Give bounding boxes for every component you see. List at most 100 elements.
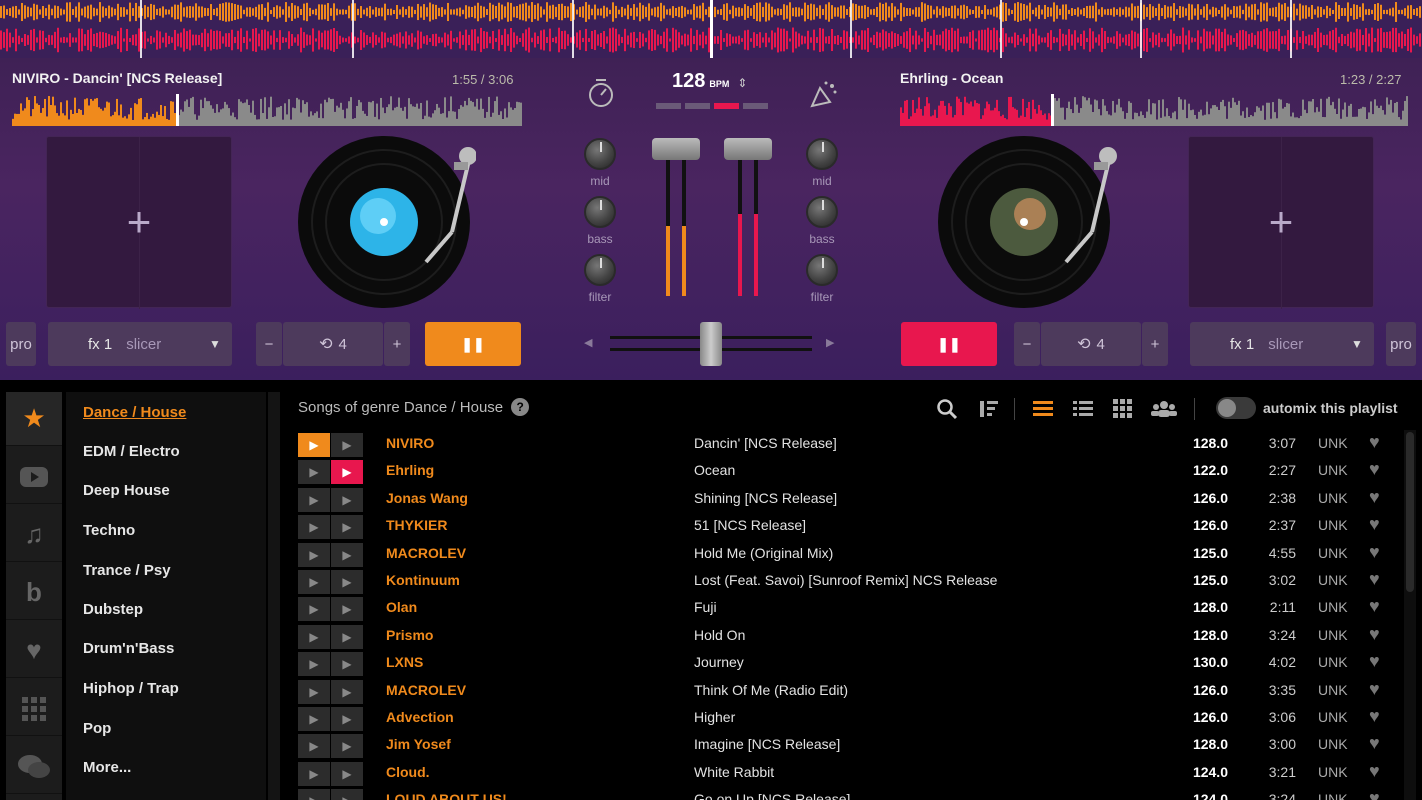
sort-icon[interactable] (978, 398, 1000, 425)
genre-item[interactable]: Dance / House (83, 404, 186, 421)
genre-scrollbar[interactable] (268, 392, 280, 800)
genre-item[interactable]: Dubstep (83, 601, 143, 618)
track-row[interactable]: ▶ ▶ Olan Fuji 128.0 2:11 UNK ♥ (298, 595, 1398, 622)
heart-icon[interactable]: ♥ (6, 624, 62, 678)
bpm-display[interactable]: 128 BPM ⇕ (672, 70, 747, 93)
sync-a-icon[interactable] (584, 76, 618, 115)
track-row[interactable]: ▶ ▶ THYKIER 51 [NCS Release] 126.0 2:37 UNK ♥ (298, 513, 1398, 540)
load-deck-b-button[interactable]: ▶ (331, 652, 363, 677)
load-deck-b-button[interactable]: ▶ (331, 624, 363, 649)
genre-item[interactable]: Pop (83, 720, 111, 737)
genre-item[interactable]: Trance / Psy (83, 562, 171, 579)
deck-b-mini-waveform[interactable] (900, 94, 1408, 126)
load-deck-a-button[interactable]: ▶ (298, 515, 330, 540)
load-deck-a-button[interactable]: ▶ (298, 433, 330, 457)
track-row[interactable]: ▶ ▶ Prismo Hold On 128.0 3:24 UNK ♥ (298, 623, 1398, 650)
load-deck-a-button[interactable]: ▶ (298, 624, 330, 649)
load-deck-a-button[interactable]: ▶ (298, 679, 330, 704)
track-row[interactable]: ▶ ▶ Ehrling Ocean 122.0 2:27 UNK ♥ (298, 458, 1398, 485)
crossfader-right-arrow-icon[interactable]: ▶ (826, 336, 834, 349)
heart-icon[interactable]: ♥ (1369, 432, 1380, 453)
track-row[interactable]: ▶ ▶ MACROLEV Hold Me (Original Mix) 125.0 4:5… (298, 541, 1398, 568)
genre-item[interactable]: Deep House (83, 482, 170, 499)
deck-a-bass-knob[interactable] (584, 196, 616, 228)
load-deck-a-button[interactable]: ▶ (298, 707, 330, 731)
load-deck-a-button[interactable]: ▶ (298, 789, 330, 800)
deck-b-turntable[interactable] (936, 136, 1120, 312)
load-deck-a-button[interactable]: ▶ (298, 542, 330, 567)
deck-a-volume-fader[interactable] (652, 138, 700, 298)
load-deck-b-button[interactable]: ▶ (331, 433, 363, 457)
load-deck-a-button[interactable]: ▶ (298, 652, 330, 677)
heart-icon[interactable]: ♥ (1369, 459, 1380, 480)
load-deck-a-button[interactable]: ▶ (298, 570, 330, 594)
track-row[interactable]: ▶ ▶ Jonas Wang Shining [NCS Release] 126.0 2:… (298, 486, 1398, 513)
heart-icon[interactable]: ♥ (1369, 569, 1380, 590)
load-deck-b-button[interactable]: ▶ (331, 734, 363, 759)
load-deck-b-button[interactable]: ▶ (331, 460, 363, 485)
load-deck-b-button[interactable]: ▶ (331, 761, 363, 786)
community-icon[interactable] (1150, 398, 1178, 425)
deck-b-pause-button[interactable]: ❚❚ (901, 322, 997, 366)
star-icon[interactable]: ★ (6, 392, 62, 446)
bpm-stepper-icon[interactable]: ⇕ (737, 76, 747, 90)
deck-b-mid-knob[interactable] (806, 138, 838, 170)
deck-a-pro-button[interactable]: pro (6, 322, 36, 366)
load-deck-b-button[interactable]: ▶ (331, 542, 363, 567)
heart-icon[interactable]: ♥ (1369, 651, 1380, 672)
load-deck-b-button[interactable]: ▶ (331, 679, 363, 704)
search-icon[interactable] (936, 398, 958, 425)
heart-icon[interactable]: ♥ (1369, 514, 1380, 535)
deck-a-mini-waveform[interactable] (12, 94, 522, 126)
genre-item[interactable]: Drum'n'Bass (83, 640, 174, 657)
heart-icon[interactable]: ♥ (1369, 624, 1380, 645)
load-deck-b-button[interactable]: ▶ (331, 515, 363, 540)
deck-b-loop-minus-button[interactable]: − (1014, 322, 1040, 366)
deck-b-pro-button[interactable]: pro (1386, 322, 1416, 366)
deck-a-loop-plus-button[interactable]: + (384, 322, 410, 366)
deck-b-volume-fader[interactable] (724, 138, 772, 298)
load-deck-b-button[interactable]: ▶ (331, 570, 363, 594)
heart-icon[interactable]: ♥ (1369, 761, 1380, 782)
youtube-icon[interactable] (6, 450, 62, 504)
track-list-scroll-thumb[interactable] (1406, 432, 1414, 592)
genre-item[interactable]: Hiphop / Trap (83, 680, 179, 697)
crossfader[interactable] (610, 322, 812, 366)
track-row[interactable]: ▶ ▶ LXNS Journey 130.0 4:02 UNK ♥ (298, 650, 1398, 677)
deck-a-loop-minus-button[interactable]: − (256, 322, 282, 366)
heart-icon[interactable]: ♥ (1369, 596, 1380, 617)
deck-a-mid-knob[interactable] (584, 138, 616, 170)
deck-a-loop-button[interactable]: ⟲ 4 (283, 322, 383, 366)
help-icon[interactable]: ? (511, 398, 530, 416)
heart-icon[interactable]: ♥ (1369, 487, 1380, 508)
beatport-icon[interactable]: b (6, 566, 62, 620)
load-deck-b-button[interactable]: ▶ (331, 487, 363, 512)
heart-icon[interactable]: ♥ (1369, 706, 1380, 727)
deck-b-filter-knob[interactable] (806, 254, 838, 286)
heart-icon[interactable]: ♥ (1369, 679, 1380, 700)
track-row[interactable]: ▶ ▶ NIVIRO Dancin' [NCS Release] 128.0 3:07 UN… (298, 431, 1398, 458)
track-row[interactable]: ▶ ▶ Cloud. White Rabbit 124.0 3:21 UNK ♥ (298, 760, 1398, 787)
deck-a-fx-select[interactable]: fx 1 slicer ▼ (48, 322, 232, 366)
track-row[interactable]: ▶▶ LOUD ABOUT US! Go on Up [NCS Release] 12… (298, 787, 1398, 800)
track-row[interactable]: ▶ ▶ Jim Yosef Imagine [NCS Release] 128.0 3:0… (298, 732, 1398, 759)
list-detail-view-icon[interactable] (1072, 398, 1094, 425)
genre-item[interactable]: More... (83, 759, 131, 776)
deck-a-pause-button[interactable]: ❚❚ (425, 322, 521, 366)
load-deck-b-button[interactable]: ▶ (331, 707, 363, 731)
load-deck-a-button[interactable]: ▶ (298, 734, 330, 759)
load-deck-a-button[interactable]: ▶ (298, 761, 330, 786)
genre-item[interactable]: Techno (83, 522, 135, 539)
grid-view-icon[interactable] (1112, 398, 1134, 425)
crossfader-left-arrow-icon[interactable]: ◀ (584, 336, 592, 349)
music-note-icon[interactable]: ♫ (6, 508, 62, 562)
deck-a-sampler-pad[interactable]: + (46, 136, 232, 309)
track-row[interactable]: ▶ ▶ Kontinuum Lost (Feat. Savoi) [Sunroof R… (298, 568, 1398, 595)
deck-a-filter-knob[interactable] (584, 254, 616, 286)
track-row[interactable]: ▶ ▶ Advection Higher 126.0 3:06 UNK ♥ (298, 705, 1398, 732)
chat-icon[interactable] (6, 740, 62, 794)
deck-a-turntable[interactable] (296, 136, 477, 312)
load-deck-a-button[interactable]: ▶ (298, 460, 330, 485)
heart-icon[interactable]: ♥ (1369, 788, 1380, 800)
sync-b-icon[interactable] (806, 78, 840, 117)
